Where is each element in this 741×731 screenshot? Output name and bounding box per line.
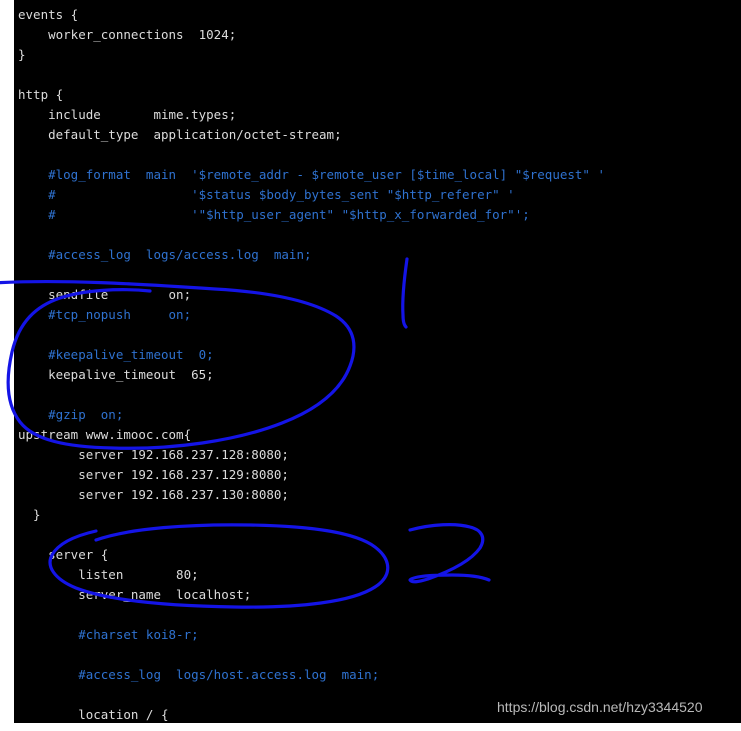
code-line: events { — [18, 5, 605, 25]
code-line: #keepalive_timeout 0; — [18, 345, 605, 365]
code-text: } — [18, 47, 26, 62]
code-text: #log_format main '$remote_addr - $remote… — [18, 167, 605, 182]
code-line: # '"$http_user_agent" "$http_x_forwarded… — [18, 205, 605, 225]
code-text: #access_log logs/access.log main; — [18, 247, 312, 262]
code-line: #tcp_nopush on; — [18, 305, 605, 325]
code-text: include mime.types; — [18, 107, 237, 122]
code-line: #access_log logs/host.access.log main; — [18, 665, 605, 685]
code-text: #keepalive_timeout 0; — [18, 347, 214, 362]
code-text: server 192.168.237.128:8080; — [18, 447, 289, 462]
code-line: server_name localhost; — [18, 585, 605, 605]
code-line: # '$status $body_bytes_sent "$http_refer… — [18, 185, 605, 205]
code-text: # '"$http_user_agent" "$http_x_forwarded… — [18, 207, 530, 222]
code-line: } — [18, 505, 605, 525]
code-text: location / { — [18, 707, 169, 722]
code-listing[interactable]: events { worker_connections 1024;} http {… — [18, 5, 605, 723]
code-text: keepalive_timeout 65; — [18, 367, 214, 382]
code-text: # '$status $body_bytes_sent "$http_refer… — [18, 187, 515, 202]
code-line: } — [18, 45, 605, 65]
code-line: server 192.168.237.128:8080; — [18, 445, 605, 465]
code-line: upstream www.imooc.com{ — [18, 425, 605, 445]
code-text: events { — [18, 7, 79, 22]
code-text: #access_log logs/host.access.log main; — [18, 667, 380, 682]
csdn-watermark: https://blog.csdn.net/hzy3344520 — [497, 699, 703, 715]
code-text: server { — [18, 547, 109, 562]
code-line: #log_format main '$remote_addr - $remote… — [18, 165, 605, 185]
code-line: #charset koi8-r; — [18, 625, 605, 645]
code-line: http { — [18, 85, 605, 105]
code-text: } — [18, 507, 41, 522]
code-text: worker_connections 1024; — [18, 27, 237, 42]
code-text: upstream www.imooc.com{ — [18, 427, 192, 442]
code-line: server 192.168.237.130:8080; — [18, 485, 605, 505]
code-text: listen 80; — [18, 567, 199, 582]
code-text: server_name localhost; — [18, 587, 252, 602]
code-text: server 192.168.237.129:8080; — [18, 467, 289, 482]
code-line: include mime.types; — [18, 105, 605, 125]
code-line: listen 80; — [18, 565, 605, 585]
terminal-pane[interactable]: events { worker_connections 1024;} http {… — [14, 0, 741, 723]
code-text: #gzip on; — [18, 407, 124, 422]
code-text: server 192.168.237.130:8080; — [18, 487, 289, 502]
code-text: default_type application/octet-stream; — [18, 127, 342, 142]
code-text: http { — [18, 87, 64, 102]
code-line: #access_log logs/access.log main; — [18, 245, 605, 265]
code-line: #gzip on; — [18, 405, 605, 425]
code-line: server { — [18, 545, 605, 565]
code-line: keepalive_timeout 65; — [18, 365, 605, 385]
screenshot-root: events { worker_connections 1024;} http {… — [0, 0, 741, 731]
code-line: default_type application/octet-stream; — [18, 125, 605, 145]
code-line: worker_connections 1024; — [18, 25, 605, 45]
code-line: server 192.168.237.129:8080; — [18, 465, 605, 485]
code-text: #charset koi8-r; — [18, 627, 199, 642]
code-line: sendfile on; — [18, 285, 605, 305]
code-text: sendfile on; — [18, 287, 192, 302]
code-text: #tcp_nopush on; — [18, 307, 192, 322]
